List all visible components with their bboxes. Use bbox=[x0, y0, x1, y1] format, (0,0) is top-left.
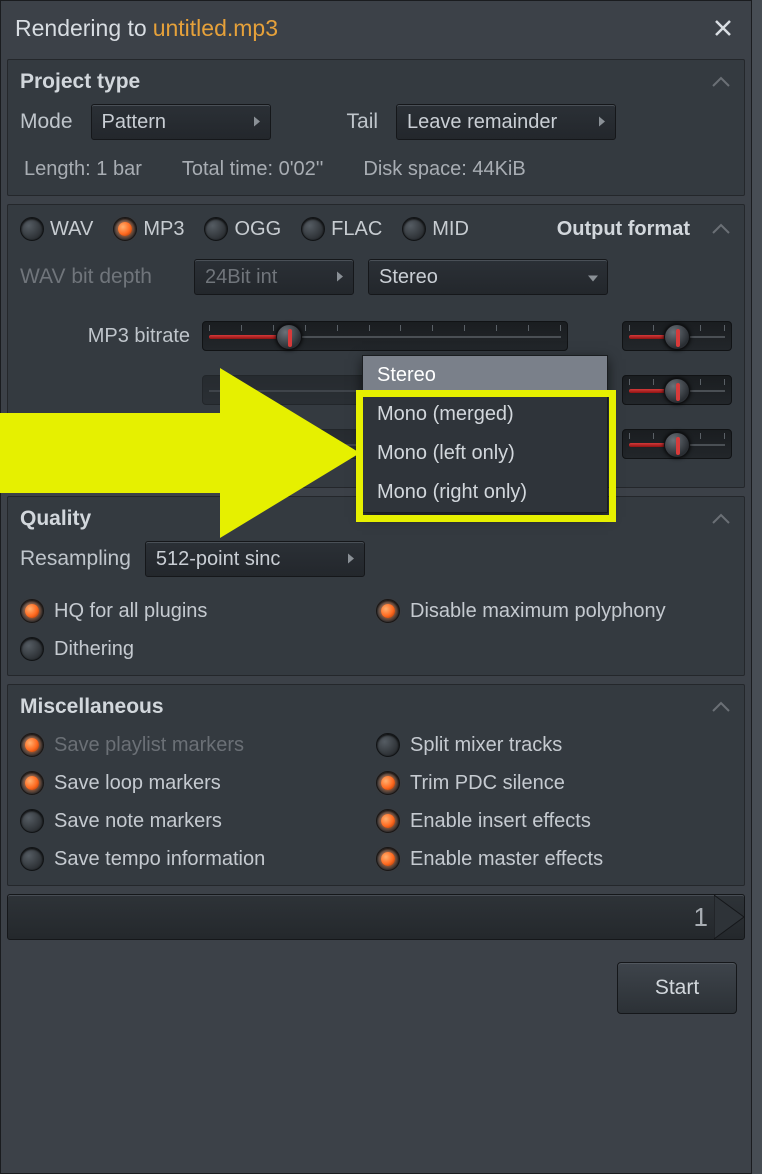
dropdown-option[interactable]: Mono (merged) bbox=[363, 395, 607, 434]
format-wav[interactable]: WAV bbox=[20, 217, 93, 241]
misc-check[interactable]: Enable master effects bbox=[376, 847, 732, 871]
mode-value: Pattern bbox=[102, 111, 166, 134]
check-label: Save playlist markers bbox=[54, 734, 244, 757]
titlebar: Rendering to untitled.mp3 bbox=[1, 1, 751, 55]
dropdown-option[interactable]: Mono (right only) bbox=[363, 473, 607, 512]
misc-check[interactable]: Save loop markers bbox=[20, 771, 376, 795]
disable-poly-check[interactable]: Disable maximum polyphony bbox=[376, 599, 732, 623]
panel-miscellaneous: Miscellaneous Save playlist markers Split… bbox=[7, 684, 745, 886]
check-label: Enable insert effects bbox=[410, 810, 591, 833]
wav-depth-dropdown[interactable]: 24Bit int bbox=[194, 259, 354, 295]
progress-value: 1 bbox=[694, 902, 708, 933]
title-filename: untitled.mp3 bbox=[153, 15, 278, 42]
start-label: Start bbox=[655, 976, 699, 1000]
dropdown-option[interactable]: Mono (left only) bbox=[363, 434, 607, 473]
panel-project-type: Project type Mode Pattern Tail Leave rem… bbox=[7, 59, 745, 196]
check-label: Save loop markers bbox=[54, 772, 221, 795]
radio-icon bbox=[20, 771, 44, 795]
panel-title: Output format bbox=[557, 218, 690, 241]
radio-icon bbox=[376, 733, 400, 757]
panel-title: Quality bbox=[20, 507, 91, 531]
misc-check[interactable]: Trim PDC silence bbox=[376, 771, 732, 795]
diskspace-info: Disk space: 44KiB bbox=[363, 158, 525, 181]
collapse-icon[interactable] bbox=[710, 700, 732, 714]
panel-quality: Quality Resampling 512-point sinc HQ for… bbox=[7, 496, 745, 676]
dropdown-option[interactable]: Stereo bbox=[363, 356, 607, 395]
channels-value: Stereo bbox=[379, 266, 438, 289]
format-label: MID bbox=[432, 218, 469, 241]
hq-plugins-check[interactable]: HQ for all plugins bbox=[20, 599, 376, 623]
collapse-icon[interactable] bbox=[710, 75, 732, 89]
progress-tip-icon bbox=[714, 895, 744, 939]
wav-depth-label: WAV bit depth bbox=[20, 265, 180, 289]
format-label: MP3 bbox=[143, 218, 184, 241]
format-label: OGG bbox=[234, 218, 281, 241]
scrollbar-strip[interactable] bbox=[752, 0, 762, 1174]
chevron-down-icon bbox=[587, 266, 599, 289]
mp3-bitrate-label: MP3 bitrate bbox=[20, 325, 190, 348]
chevron-right-icon bbox=[252, 111, 262, 134]
check-label: Disable maximum polyphony bbox=[410, 600, 666, 623]
check-label: Save note markers bbox=[54, 810, 222, 833]
misc-check[interactable]: Save playlist markers bbox=[20, 733, 376, 757]
check-label: HQ for all plugins bbox=[54, 600, 207, 623]
panel-title: Project type bbox=[20, 70, 140, 94]
length-info: Length: 1 bar bbox=[24, 158, 142, 181]
chevron-right-icon bbox=[335, 266, 345, 289]
mp3-bitrate-slider[interactable] bbox=[202, 321, 568, 351]
channels-dropdown-menu[interactable]: StereoMono (merged)Mono (left only)Mono … bbox=[362, 355, 608, 513]
chevron-right-icon bbox=[346, 548, 356, 571]
chevron-right-icon bbox=[597, 111, 607, 134]
format-flac[interactable]: FLAC bbox=[301, 217, 382, 241]
radio-icon bbox=[376, 847, 400, 871]
misc-check[interactable]: Save note markers bbox=[20, 809, 376, 833]
totaltime-info: Total time: 0'02'' bbox=[182, 158, 324, 181]
radio-icon bbox=[20, 733, 44, 757]
resampling-label: Resampling bbox=[20, 547, 131, 571]
slider-right-1[interactable] bbox=[622, 321, 732, 351]
tail-label: Tail bbox=[347, 110, 379, 134]
collapse-icon[interactable] bbox=[710, 512, 732, 526]
format-label: FLAC bbox=[331, 218, 382, 241]
misc-check[interactable]: Save tempo information bbox=[20, 847, 376, 871]
check-label: Split mixer tracks bbox=[410, 734, 562, 757]
format-mid[interactable]: MID bbox=[402, 217, 469, 241]
check-label: Trim PDC silence bbox=[410, 772, 565, 795]
format-ogg[interactable]: OGG bbox=[204, 217, 281, 241]
mode-dropdown[interactable]: Pattern bbox=[91, 104, 271, 140]
resampling-value: 512-point sinc bbox=[156, 548, 281, 571]
collapse-icon[interactable] bbox=[710, 222, 732, 236]
slider-right-2[interactable] bbox=[622, 375, 732, 405]
format-label: WAV bbox=[50, 218, 93, 241]
check-label: Enable master effects bbox=[410, 848, 603, 871]
radio-icon bbox=[376, 809, 400, 833]
panel-title: Miscellaneous bbox=[20, 695, 164, 719]
radio-icon bbox=[20, 809, 44, 833]
check-label: Save tempo information bbox=[54, 848, 265, 871]
check-label: Dithering bbox=[54, 638, 134, 661]
dithering-check[interactable]: Dithering bbox=[20, 637, 376, 661]
misc-check[interactable]: Split mixer tracks bbox=[376, 733, 732, 757]
channels-dropdown[interactable]: Stereo bbox=[368, 259, 608, 295]
radio-icon bbox=[376, 771, 400, 795]
resampling-dropdown[interactable]: 512-point sinc bbox=[145, 541, 365, 577]
wav-depth-value: 24Bit int bbox=[205, 266, 277, 289]
title-prefix: Rendering to bbox=[15, 15, 147, 42]
close-icon[interactable] bbox=[709, 14, 737, 42]
tail-value: Leave remainder bbox=[407, 111, 557, 134]
misc-check[interactable]: Enable insert effects bbox=[376, 809, 732, 833]
mode-label: Mode bbox=[20, 110, 73, 134]
slider-right-3[interactable] bbox=[622, 429, 732, 459]
start-button[interactable]: Start bbox=[617, 962, 737, 1014]
format-mp3[interactable]: MP3 bbox=[113, 217, 184, 241]
render-dialog: Rendering to untitled.mp3 Project type M… bbox=[0, 0, 752, 1174]
tail-dropdown[interactable]: Leave remainder bbox=[396, 104, 616, 140]
progress-bar: 1 bbox=[7, 894, 745, 940]
radio-icon bbox=[20, 847, 44, 871]
